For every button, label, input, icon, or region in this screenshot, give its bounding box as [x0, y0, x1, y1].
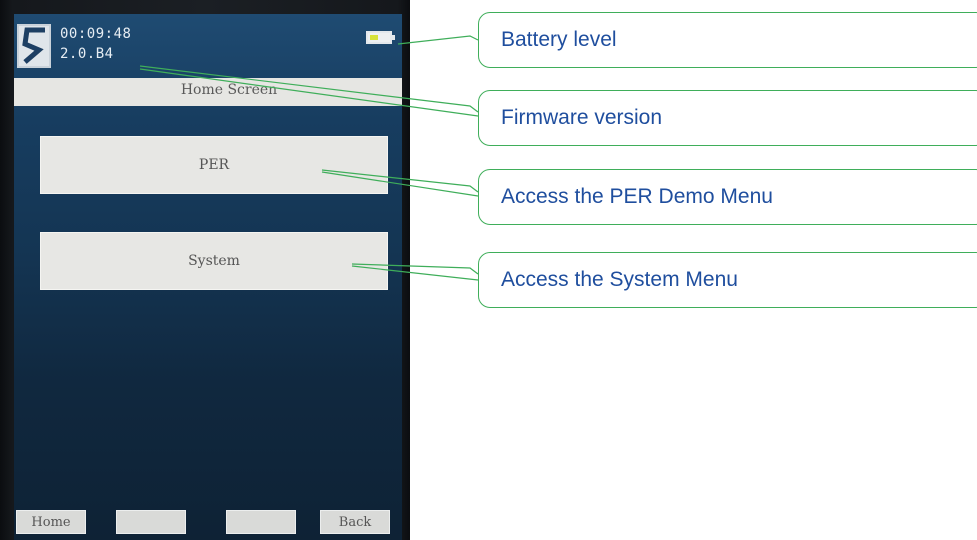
- per-button[interactable]: PER: [40, 136, 388, 194]
- softkey-3[interactable]: [226, 510, 296, 534]
- battery-level-fill: [370, 35, 378, 40]
- callout-per-demo-menu: Access the PER Demo Menu: [478, 169, 977, 225]
- company-logo-icon: [17, 24, 51, 68]
- title-bar: Home Screen: [14, 78, 402, 106]
- battery-icon: [366, 31, 395, 44]
- leader-battery: [397, 35, 479, 45]
- device-photo: 00:09:48 2.0.B4 Home Screen PER System H…: [0, 0, 410, 540]
- softkey-back[interactable]: Back: [320, 510, 390, 534]
- system-button[interactable]: System: [40, 232, 388, 290]
- device-screen: 00:09:48 2.0.B4 Home Screen PER System H…: [14, 14, 402, 540]
- firmware-version: 2.0.B4: [60, 46, 114, 62]
- callout-system-menu: Access the System Menu: [478, 252, 977, 308]
- callout-firmware-version: Firmware version: [478, 90, 977, 146]
- screen-title: Home Screen: [180, 82, 278, 98]
- clock-readout: 00:09:48: [60, 26, 132, 42]
- softkey-home[interactable]: Home: [16, 510, 86, 534]
- callout-battery-level: Battery level: [478, 12, 977, 68]
- softkey-2[interactable]: [116, 510, 186, 534]
